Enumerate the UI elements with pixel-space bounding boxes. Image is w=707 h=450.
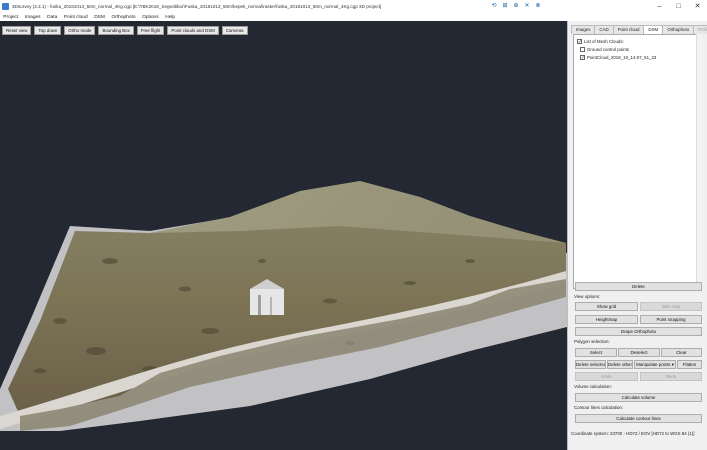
point-snapping-button[interactable]: Point snapping — [640, 315, 702, 324]
viewport-toolbar: Reset view Top down Ortho mode Bounding … — [2, 26, 248, 35]
remove-icon[interactable]: ✕ — [523, 2, 531, 10]
point-clouds-dsm-button[interactable]: Point clouds and DSM — [167, 26, 219, 35]
calculate-volume-button[interactable]: Calculate volume — [575, 393, 702, 402]
deselect-button[interactable]: Deselect — [618, 348, 660, 357]
building-detail — [270, 297, 272, 315]
minimize-button[interactable]: – — [650, 0, 669, 13]
list-header[interactable]: ✓ List of Mesh Clouds: — [577, 38, 701, 45]
calculate-contour-lines-button[interactable]: Calculate contour lines — [575, 414, 702, 423]
tab-images[interactable]: Images — [571, 25, 596, 34]
tab-orthophoto[interactable]: Orthophoto — [662, 25, 695, 34]
menu-orthophoto[interactable]: Orthophoto — [108, 15, 139, 20]
terrain-render — [0, 181, 567, 431]
free-flight-button[interactable]: Free flight — [136, 26, 165, 35]
app-icon — [2, 3, 9, 10]
maximize-button[interactable]: □ — [669, 0, 688, 13]
menu-point-cloud[interactable]: Point cloud — [61, 15, 91, 20]
heightmap-button[interactable]: Heightmap — [575, 315, 638, 324]
gcp-checkbox[interactable] — [580, 47, 585, 52]
tab-point-cloud[interactable]: Point cloud — [612, 25, 645, 34]
menu-project[interactable]: Project — [0, 15, 22, 20]
redo-button[interactable]: Redo — [640, 372, 702, 381]
polygon-selection-label: Polygon selection: — [574, 339, 610, 344]
manipulate-points-dropdown[interactable]: Manipulate points ▾ — [634, 360, 676, 369]
close-button[interactable]: ✕ — [688, 0, 707, 13]
menu-dsm[interactable]: DSM — [91, 15, 108, 20]
top-down-button[interactable]: Top down — [34, 26, 62, 35]
list-scrollbar[interactable] — [696, 34, 702, 289]
list-item-label: Ground control points — [587, 47, 629, 52]
pointcloud-checkbox[interactable]: ✓ — [580, 55, 585, 60]
tab-cad[interactable]: CAD — [594, 25, 614, 34]
view-options-label: View options: — [574, 294, 601, 299]
list-item[interactable]: Ground control points — [580, 46, 701, 53]
menu-help[interactable]: Help — [162, 15, 178, 20]
mesh-cloud-list: ✓ List of Mesh Clouds: Ground control po… — [573, 34, 702, 289]
reset-view-button[interactable]: Reset view — [2, 26, 32, 35]
window-controls: – □ ✕ — [650, 0, 707, 13]
cancel-icon[interactable]: ⊗ — [534, 2, 542, 10]
undo-button[interactable]: Undo — [575, 372, 638, 381]
list-header-label: List of Mesh Clouds: — [584, 39, 624, 44]
building-mesh — [250, 289, 284, 315]
window-title: 3Dsurvey (2.3.1) - fuska_20181013_50m_no… — [12, 4, 382, 9]
delete-selected-button[interactable]: Delete selected — [575, 360, 606, 369]
coordinate-status: Coordinate system: 23700 - HD72 / EOV [H… — [571, 431, 695, 436]
volume-calculation-label: Volume calculation: — [574, 384, 612, 389]
ortho-mode-button[interactable]: Ortho mode — [64, 26, 96, 35]
building-shadow — [258, 295, 261, 315]
list-item-label: PointCloud_2018_10_14-07_51_23 — [587, 55, 657, 60]
list-item[interactable]: ✓ PointCloud_2018_10_14-07_51_23 — [580, 54, 701, 61]
select-button[interactable]: Select — [575, 348, 617, 357]
zoom-icon[interactable]: ⊕ — [512, 2, 520, 10]
tab-profile[interactable]: Profile — [693, 25, 707, 34]
title-bar: 3Dsurvey (2.3.1) - fuska_20181013_50m_no… — [0, 0, 707, 13]
bounding-box-button[interactable]: Bounding Box — [98, 26, 134, 35]
3d-viewport[interactable]: Reset view Top down Ortho mode Bounding … — [0, 21, 567, 450]
menu-options[interactable]: Options — [139, 15, 162, 20]
grid-icon[interactable]: ⊞ — [501, 2, 509, 10]
menu-data[interactable]: Data — [44, 15, 61, 20]
delete-button[interactable]: Delete — [575, 282, 702, 291]
show-grid-button[interactable]: Show grid — [575, 302, 638, 311]
clear-button[interactable]: Clear — [661, 348, 702, 357]
menu-bar: Project Images Data Point cloud DSM Orth… — [0, 13, 707, 21]
list-header-checkbox[interactable]: ✓ — [577, 39, 582, 44]
side-panel: Images CAD Point cloud DSM Orthophoto Pr… — [567, 21, 707, 450]
delete-other-button[interactable]: Delete other — [607, 360, 633, 369]
contour-calculation-label: Contour lines calculation: — [574, 405, 624, 410]
menu-images[interactable]: Images — [22, 15, 44, 20]
cameras-button[interactable]: Cameras — [221, 26, 248, 35]
drape-orthophoto-button[interactable]: Drape Orthophoto — [575, 327, 702, 336]
flatten-button[interactable]: Flatten — [677, 360, 702, 369]
wire-only-button[interactable]: Wire only — [640, 302, 702, 311]
undo-icon[interactable]: ⟲ — [490, 2, 498, 10]
title-toolbar: ⟲ ⊞ ⊕ ✕ ⊗ — [490, 2, 542, 10]
